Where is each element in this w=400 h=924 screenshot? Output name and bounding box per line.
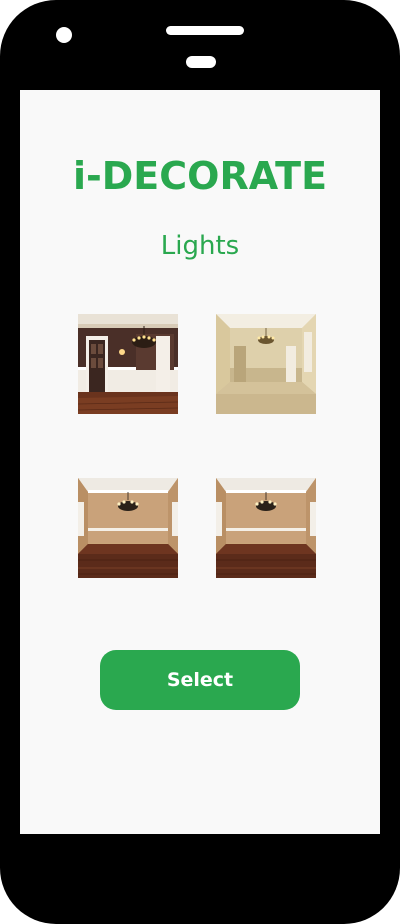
room-tan-walls-wood-floor-chandelier-image [78, 478, 178, 578]
select-button[interactable]: Select [100, 650, 300, 710]
lighting-option-2[interactable] [216, 314, 316, 414]
lighting-option-1[interactable] [78, 314, 178, 414]
room-dark-walls-chandelier-image [78, 314, 178, 414]
lighting-option-4[interactable] [216, 478, 316, 578]
sensor-icon [186, 56, 216, 68]
phone-frame: i-DECORATE Lights Select [0, 0, 400, 924]
room-tan-walls-wood-floor-chandelier-image [216, 478, 316, 578]
app-screen: i-DECORATE Lights Select [20, 90, 380, 834]
camera-icon [56, 27, 72, 43]
lighting-option-3[interactable] [78, 478, 178, 578]
app-title: i-DECORATE [72, 154, 328, 198]
section-title: Lights [160, 231, 240, 261]
speaker-grille [166, 26, 244, 35]
room-beige-carpet-chandelier-image [216, 314, 316, 414]
